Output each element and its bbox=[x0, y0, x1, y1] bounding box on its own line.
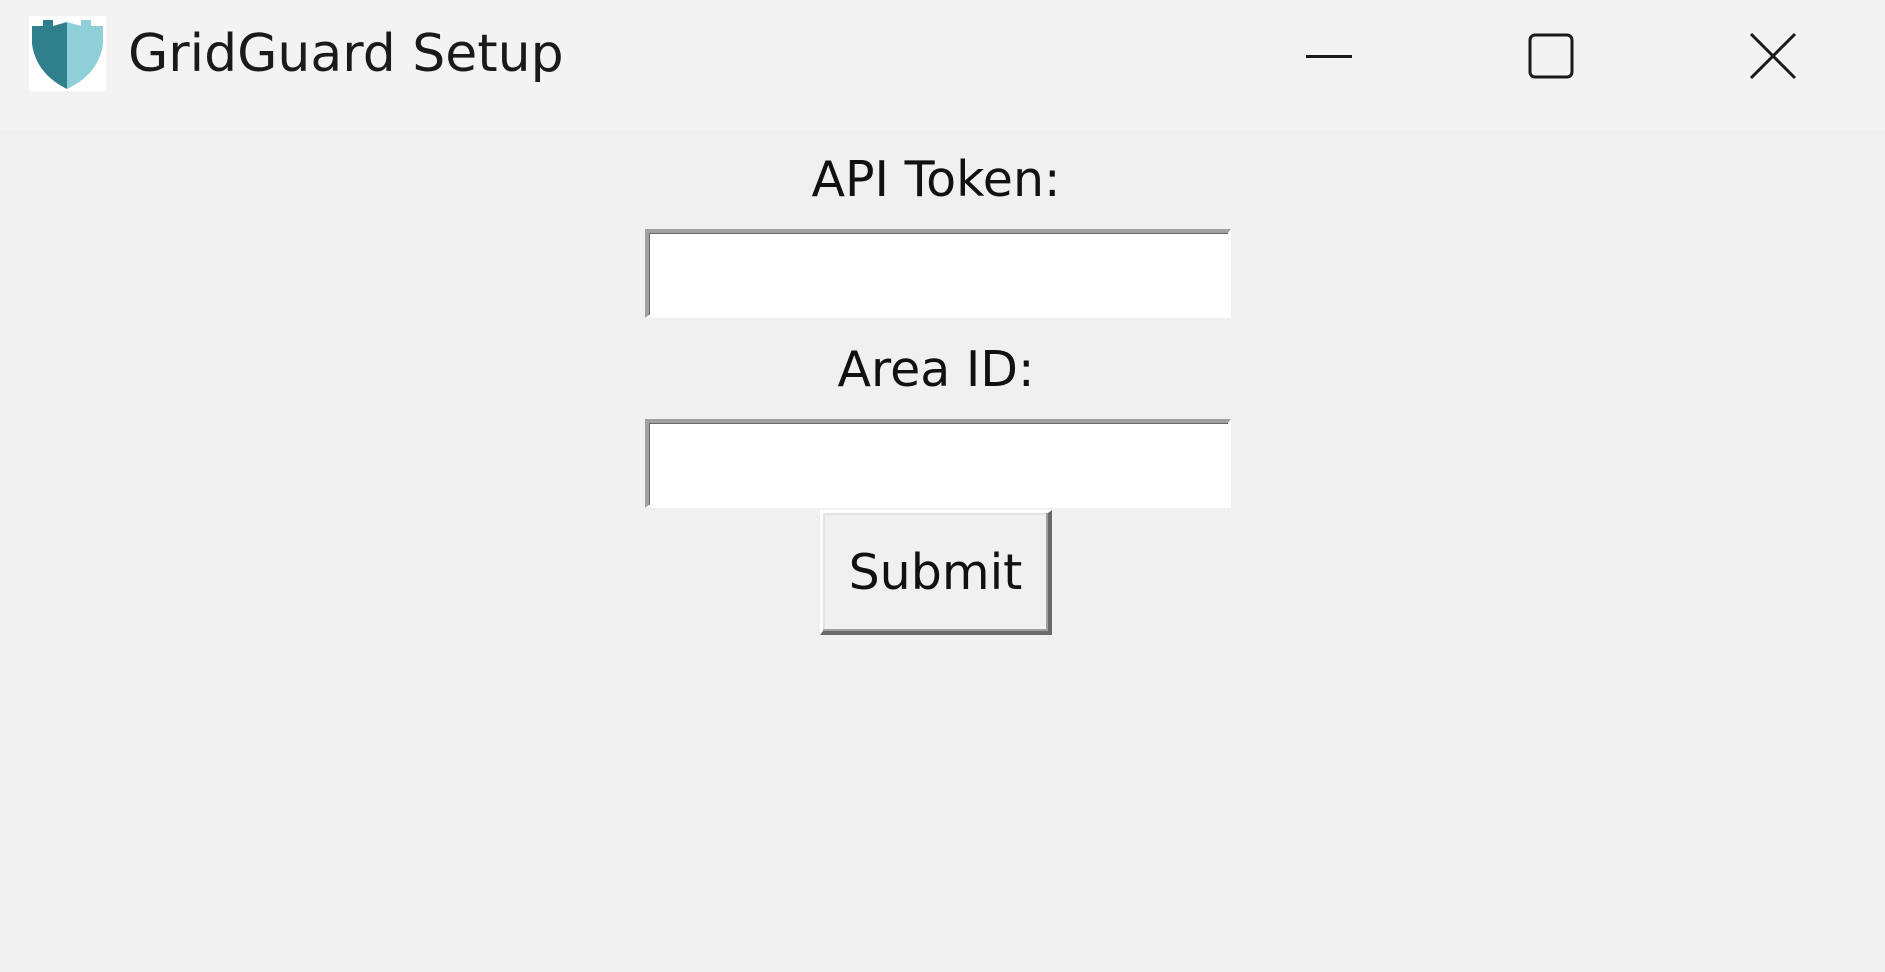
title-bar[interactable]: GridGuard Setup bbox=[0, 0, 1885, 130]
close-icon bbox=[1749, 32, 1797, 80]
close-button[interactable] bbox=[1662, 0, 1884, 112]
setup-form: API Token: Area ID: Submit bbox=[0, 130, 1885, 972]
area-id-input[interactable] bbox=[645, 419, 1231, 508]
window-title: GridGuard Setup bbox=[128, 24, 564, 84]
minimize-icon bbox=[1306, 55, 1352, 58]
api-token-input[interactable] bbox=[645, 229, 1231, 318]
api-token-label: API Token: bbox=[811, 151, 1061, 208]
maximize-button[interactable] bbox=[1440, 0, 1662, 112]
shield-icon bbox=[29, 16, 106, 91]
maximize-icon bbox=[1528, 33, 1574, 79]
area-id-label: Area ID: bbox=[837, 341, 1035, 398]
setup-window: GridGuard Setup API Token: Area ID: Subm… bbox=[0, 0, 1885, 972]
minimize-button[interactable] bbox=[1218, 0, 1440, 112]
submit-button[interactable]: Submit bbox=[820, 510, 1052, 635]
